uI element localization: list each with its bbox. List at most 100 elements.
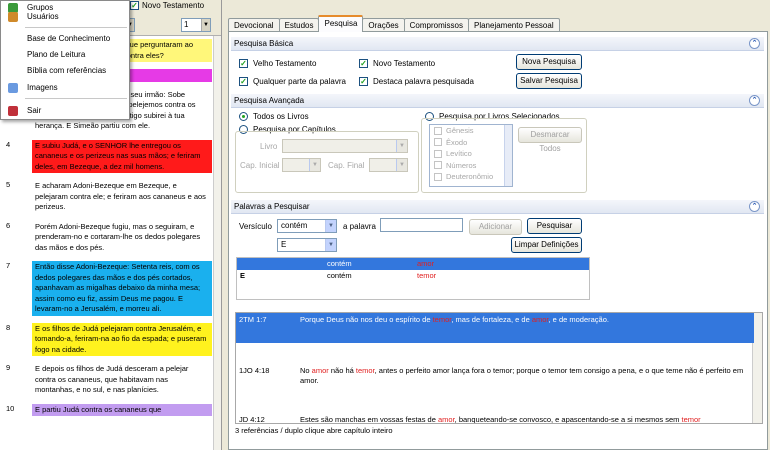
add-button[interactable]: Adicionar [469, 219, 522, 235]
menu-item-2[interactable]: Usuários [1, 10, 129, 24]
operator-value: E [281, 240, 287, 249]
book-checkbox[interactable] [434, 161, 442, 170]
menu-item-7[interactable]: Sair [1, 104, 129, 118]
book-checklist-item[interactable]: Êxodo [430, 137, 512, 149]
verse-value: 1 [184, 20, 189, 29]
chevron-down-icon[interactable]: ▼ [201, 19, 210, 31]
clear-definitions-button[interactable]: Limpar Definições [511, 237, 582, 253]
filter-row[interactable]: contém amor [237, 258, 589, 270]
tab-2[interactable]: Estudos [278, 18, 320, 32]
search-tab-content: Pesquisa Básica ⌃ ✓ Velho Testamento ✓ N… [228, 31, 768, 450]
verse-select[interactable]: 1 ▼ [181, 18, 211, 32]
verse-row[interactable]: 5 E acharam Adoni-Bezeque em Bezeque, e p… [0, 177, 214, 218]
result-row[interactable]: 2TM 1:7 Porque Deus não nos deu o espírit… [236, 313, 754, 343]
chevron-down-icon[interactable]: ▼ [325, 220, 336, 232]
book-checklist-item[interactable]: Números [430, 160, 512, 172]
chevron-down-icon[interactable]: ▼ [396, 140, 407, 152]
tab-4[interactable]: Orações [362, 18, 405, 32]
result-reference: 2TM 1:7 [239, 315, 267, 324]
highlighted-word: amor [531, 315, 549, 324]
menu-item-label: Usuários [27, 12, 59, 21]
search-results-list[interactable]: 2TM 1:7 Porque Deus não nos deu o espírit… [235, 312, 763, 424]
result-row[interactable]: JD 4:12 Estes são manchas em vossas festa… [236, 413, 754, 424]
cap-end-select[interactable]: ▼ [369, 158, 408, 172]
highlight-checkbox[interactable]: ✓ [359, 77, 368, 86]
verse-row[interactable]: 8 E os filhos de Judá pelejaram contra Je… [0, 320, 214, 361]
filter-row[interactable]: Econtém temor [237, 270, 589, 282]
cap-start-select[interactable]: ▼ [282, 158, 321, 172]
tab-6[interactable]: Planejamento Pessoal [467, 18, 560, 32]
verse-row[interactable]: 6 Porém Adoni-Bezeque fugiu, mas o seguir… [0, 218, 214, 259]
filter-condition: contém [327, 271, 352, 280]
book-checklist-item[interactable]: Deuteronômio [430, 171, 512, 183]
menu-separator [25, 27, 127, 28]
collapse-icon[interactable]: ⌃ [749, 95, 760, 106]
operator-select[interactable]: E ▼ [277, 238, 337, 252]
search-button[interactable]: Pesquisar [527, 218, 582, 234]
collapse-icon[interactable]: ⌃ [749, 201, 760, 212]
verse-text: Então disse Adoni-Bezeque: Setenta reis,… [32, 261, 212, 316]
book-checkbox[interactable] [434, 126, 442, 135]
book-list-scrollbar[interactable] [504, 125, 512, 186]
book-select[interactable]: ▼ [282, 139, 408, 153]
book-checkbox[interactable] [434, 172, 442, 181]
new-testament-checkbox[interactable]: ✓ [359, 59, 368, 68]
tab-5[interactable]: Compromissos [403, 18, 469, 32]
verse-row[interactable]: 7 Então disse Adoni-Bezeque: Setenta reis… [0, 258, 214, 320]
any-part-checkbox[interactable]: ✓ [239, 77, 248, 86]
words-header[interactable]: Palavras a Pesquisar ⌃ [231, 200, 764, 214]
tab-1[interactable]: Devocional [228, 18, 280, 32]
menu-item-3[interactable]: Base de Conhecimento [1, 32, 129, 46]
condition-select[interactable]: contém ▼ [277, 219, 337, 233]
result-text: Porque Deus não nos deu o espírito de te… [300, 315, 745, 325]
menu-item-label: Bíblia com referências [27, 66, 107, 75]
search-filters-table[interactable]: contém amor Econtém temor [236, 257, 590, 300]
verse-text: E partiu Judá contra os cananeus que [32, 403, 212, 416]
book-checklist-item[interactable]: Levítico [430, 148, 512, 160]
uncheck-all-button[interactable]: Desmarcar Todos [518, 127, 582, 153]
all-books-radio[interactable] [239, 112, 248, 121]
menu-item-label: Sair [27, 106, 42, 115]
result-text-part: , banqueteando-se convosco, e apascentan… [454, 415, 682, 424]
highlight-label: Destaca palavra pesquisada [373, 77, 474, 86]
chevron-down-icon[interactable]: ▼ [309, 159, 320, 171]
book-checklist[interactable]: Gênesis Êxodo Levítico Números Deuteronômio [429, 124, 513, 187]
old-testament-label: Velho Testamento [253, 59, 317, 68]
new-search-button[interactable]: Nova Pesquisa [516, 54, 582, 70]
collapse-icon[interactable]: ⌃ [749, 38, 760, 49]
verse-text: E subiu Judá, e o SENHOR lhe entregou os… [32, 139, 212, 173]
exit-icon [8, 106, 18, 116]
verse-row[interactable]: 10 E partiu Judá contra os cananeus que [0, 401, 214, 421]
word-input[interactable] [380, 218, 463, 232]
highlighted-word: temor [681, 415, 701, 424]
bible-reader-panel: ✓ Novo Testamento 1 ▼ 1 ▼ depois da mort… [0, 0, 222, 450]
menu-item-4[interactable]: Plano de Leitura [1, 48, 129, 62]
verse-number: 10 [6, 403, 15, 413]
chevron-down-icon[interactable]: ▼ [396, 159, 407, 171]
main-menu-dropdown: Grupos Usuários Base de Conhecimento Plano … [0, 0, 130, 120]
result-row[interactable]: 1JO 4:18 No amor não há temor, antes o pe… [236, 364, 754, 404]
verse-text: Porém Adoni-Bezeque fugiu, mas o seguira… [32, 220, 212, 254]
advanced-search-header[interactable]: Pesquisa Avançada ⌃ [231, 94, 764, 108]
save-search-button[interactable]: Salvar Pesquisa [516, 73, 582, 89]
book-checklist-item[interactable]: Gênesis [430, 125, 512, 137]
tools-panel: Devocional Estudos Pesquisa Orações Compromi… [228, 0, 770, 450]
menu-item-label: Plano de Leitura [27, 50, 86, 59]
result-reference: 1JO 4:18 [239, 366, 270, 375]
highlighted-word: temor [355, 366, 375, 375]
tab-3[interactable]: Pesquisa [318, 15, 364, 32]
new-testament-label: Novo Testamento [373, 59, 436, 68]
verse-row[interactable]: 9 E depois os filhos de Judá desceram a p… [0, 360, 214, 401]
result-text: Estes são manchas em vossas festas de am… [300, 415, 745, 424]
menu-item-5[interactable]: Bíblia com referências [1, 64, 129, 78]
old-testament-checkbox[interactable]: ✓ [239, 59, 248, 68]
book-checkbox[interactable] [434, 138, 442, 147]
new-testament-checkbox[interactable]: ✓ [130, 1, 139, 10]
verse-row[interactable]: 4 E subiu Judá, e o SENHOR lhe entregou o… [0, 137, 214, 178]
menu-item-6[interactable]: Imagens [1, 81, 129, 95]
chevron-down-icon[interactable]: ▼ [325, 239, 336, 251]
book-checkbox[interactable] [434, 149, 442, 158]
new-testament-filter[interactable]: ✓ Novo Testamento [130, 1, 204, 10]
basic-search-header[interactable]: Pesquisa Básica ⌃ [231, 37, 764, 51]
verse-scrollbar[interactable] [213, 36, 221, 450]
